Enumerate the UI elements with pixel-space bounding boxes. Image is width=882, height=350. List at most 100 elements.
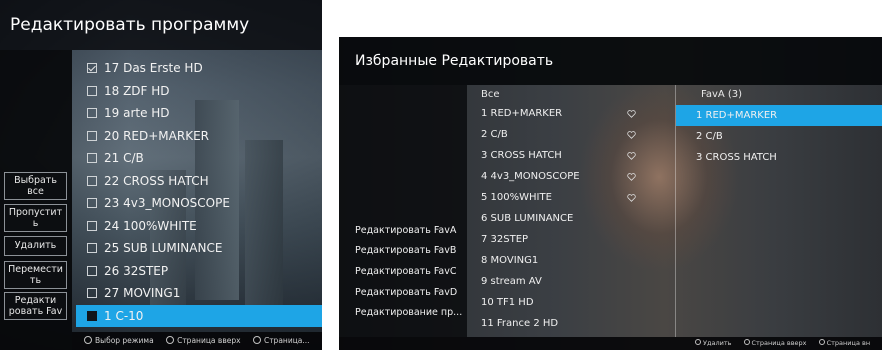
checkbox-icon[interactable] [87, 288, 97, 298]
channel-label: 24 100%WHITE [104, 218, 197, 233]
mode-key-icon [84, 336, 92, 344]
channel-label: 22 CROSS HATCH [104, 173, 209, 188]
channel-label: 20 RED+MARKER [104, 128, 209, 143]
heart-icon[interactable] [627, 173, 636, 181]
all-channel-row[interactable]: 6 SUB LUMINANCE [473, 208, 673, 229]
heart-icon[interactable] [627, 152, 636, 160]
edit-fav-button[interactable]: Редакти ровать Fav [4, 292, 67, 320]
edit-favb-item[interactable]: Редактировать FavB [355, 245, 465, 256]
move-button[interactable]: Перемести ть [4, 261, 67, 289]
channel-label: 5 100%WHITE [481, 192, 552, 203]
fav-channel-row[interactable]: 3 CROSS HATCH [676, 147, 882, 168]
checkbox-icon[interactable] [87, 220, 97, 231]
channel-label: 19 arte HD [104, 106, 170, 120]
channel-label: 6 SUB LUMINANCE [481, 213, 574, 224]
channel-row[interactable]: 21 C/B [76, 147, 322, 170]
checkbox-icon[interactable] [87, 85, 97, 96]
checkbox-icon[interactable] [87, 130, 97, 141]
heart-icon[interactable] [627, 110, 636, 118]
checkbox-icon[interactable] [87, 243, 97, 253]
page-key-icon [252, 336, 261, 344]
footer-page-down-truncated: Страница вн [826, 339, 871, 347]
channel-label: 1 C-10 [104, 308, 144, 323]
delete-button[interactable]: Удалить [4, 236, 67, 256]
fav-column-header: FavA (3) [701, 89, 743, 100]
channel-row[interactable]: 19 arte HD [76, 102, 322, 125]
checkbox-icon[interactable] [87, 175, 97, 186]
all-channel-row[interactable]: 7 32STEP [473, 229, 673, 250]
favorites-edit-title: Избранные Редактировать [339, 37, 882, 85]
all-column-header: Все [481, 89, 500, 100]
favorites-footer: Удалить Страница вверх Страница вн [339, 337, 882, 350]
checkbox-icon[interactable] [87, 310, 97, 321]
program-edit-panel: Редактировать программу Выбрать все Проп… [0, 0, 322, 350]
checkbox-icon[interactable] [87, 153, 97, 163]
edit-favc-item[interactable]: Редактировать FavC [355, 266, 465, 277]
all-channel-row[interactable]: 10 TF1 HD [473, 292, 673, 313]
channel-list: 17 Das Erste HD 18 ZDF HD 19 arte HD 20 … [76, 57, 322, 327]
channel-label: 7 32STEP [481, 234, 529, 245]
checkbox-icon[interactable] [87, 198, 97, 208]
channel-label: 21 C/B [104, 151, 144, 165]
all-channel-row[interactable]: 2 C/B [473, 124, 673, 145]
footer-page-up: Страница вверх [177, 336, 241, 345]
channel-label: 3 CROSS HATCH [481, 150, 562, 161]
footer-delete: Удалить [703, 339, 732, 347]
heart-icon[interactable] [627, 194, 636, 202]
channel-row[interactable]: 26 32STEP [76, 260, 322, 283]
screenshot-root: Редактировать программу Выбрать все Проп… [0, 0, 882, 350]
channel-row-selected[interactable]: 1 C-10 [76, 304, 322, 327]
fav-channel-row[interactable]: 2 C/B [676, 126, 882, 147]
channel-row[interactable]: 20 RED+MARKER [76, 125, 322, 148]
channel-label: 27 MOVING1 [104, 286, 181, 300]
channel-label: 17 Das Erste HD [104, 61, 203, 75]
select-all-button[interactable]: Выбрать все [4, 172, 67, 200]
channel-label: 4 4v3_MONOSCOPE [481, 171, 580, 182]
all-channel-row[interactable]: 4 4v3_MONOSCOPE [473, 166, 673, 187]
edit-program-item[interactable]: Редактирование пр... [355, 307, 465, 318]
edit-favd-item[interactable]: Редактировать FavD [355, 287, 465, 298]
channel-label: 9 stream AV [481, 276, 542, 287]
channel-row[interactable]: 17 Das Erste HD [76, 57, 322, 80]
delete-key-icon [695, 339, 701, 345]
favorites-edit-panel: Избранные Редактировать Редактировать Fa… [339, 37, 882, 350]
channel-label: 2 C/B [481, 129, 508, 140]
footer-mode-select: Выбор режима [95, 336, 154, 345]
page-up-key-icon [743, 339, 750, 345]
channel-label: 26 32STEP [104, 263, 169, 278]
edit-fava-item[interactable]: Редактировать FavA [355, 225, 465, 236]
channel-label: 18 ZDF HD [104, 83, 170, 98]
channel-row[interactable]: 25 SUB LUMINANCE [76, 237, 322, 260]
all-channel-row[interactable]: 11 France 2 HD [473, 313, 673, 334]
channel-row[interactable]: 23 4v3_MONOSCOPE [76, 192, 322, 215]
all-channel-row[interactable]: 3 CROSS HATCH [473, 145, 673, 166]
page-down-key-icon [818, 339, 825, 345]
channel-row[interactable]: 24 100%WHITE [76, 215, 322, 238]
channel-label: 10 TF1 HD [481, 297, 534, 308]
channel-row[interactable]: 22 CROSS HATCH [76, 170, 322, 193]
favorites-sidebar: Редактировать FavA Редактировать FavB Ре… [339, 85, 467, 337]
program-edit-footer: Выбор режима Страница вверх Страница... [72, 332, 322, 350]
checkbox-icon[interactable] [87, 108, 97, 118]
footer-page-up: Страница вверх [751, 339, 807, 347]
all-channels-list: 1 RED+MARKER 2 C/B 3 CROSS HATCH 4 4v3_M… [473, 103, 673, 334]
program-edit-sidebar: Выбрать все Пропустит ь Удалить Перемест… [0, 50, 72, 350]
all-channel-row[interactable]: 1 RED+MARKER [473, 103, 673, 124]
channel-row[interactable]: 18 ZDF HD [76, 80, 322, 103]
all-channel-row[interactable]: 9 stream AV [473, 271, 673, 292]
program-edit-title: Редактировать программу [0, 0, 322, 50]
heart-icon[interactable] [627, 131, 636, 139]
all-channel-row[interactable]: 5 100%WHITE [473, 187, 673, 208]
checkbox-icon[interactable] [87, 265, 97, 276]
skip-button[interactable]: Пропустит ь [4, 204, 67, 232]
footer-page-truncated: Страница... [263, 336, 310, 345]
channel-label: 11 France 2 HD [481, 318, 559, 329]
fav-channel-row-selected[interactable]: 1 RED+MARKER [676, 105, 882, 126]
channel-label: 23 4v3_MONOSCOPE [104, 196, 230, 210]
checkbox-checked-icon[interactable] [87, 63, 97, 73]
channel-label: 25 SUB LUMINANCE [104, 241, 223, 255]
all-channel-row[interactable]: 8 MOVING1 [473, 250, 673, 271]
fav-channels-list: 1 RED+MARKER 2 C/B 3 CROSS HATCH [676, 105, 882, 168]
page-up-key-icon [166, 336, 175, 344]
channel-row[interactable]: 27 MOVING1 [76, 282, 322, 305]
